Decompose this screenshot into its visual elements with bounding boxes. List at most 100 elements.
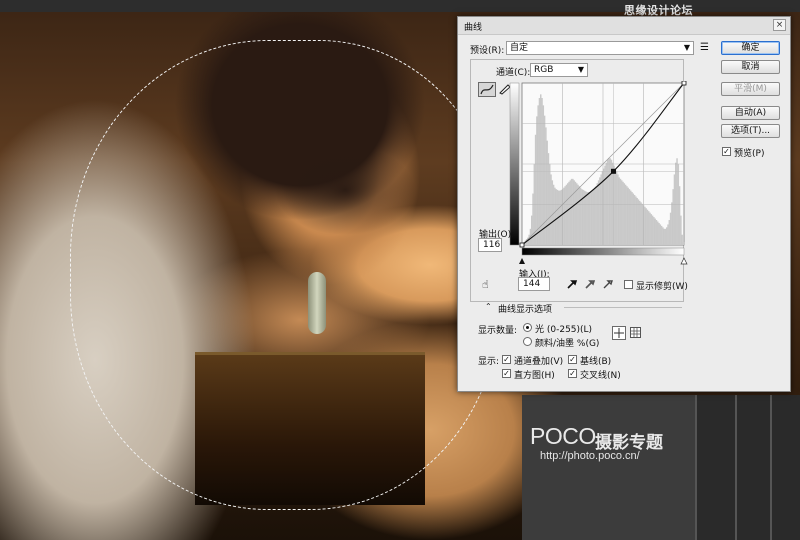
side-panel	[695, 395, 800, 540]
options-divider	[564, 307, 682, 308]
histogram-bar	[605, 162, 608, 245]
histogram-bar	[649, 212, 651, 245]
histogram-bar	[637, 199, 640, 245]
histogram-bar	[597, 180, 600, 245]
histogram-bar	[678, 186, 681, 245]
panel-divider	[695, 395, 697, 540]
channel-select[interactable]: RGB ▼	[530, 63, 588, 77]
histogram-bar	[573, 180, 575, 245]
intersection-checkbox[interactable]: ✓	[568, 369, 577, 378]
histogram-bar	[578, 186, 581, 245]
histogram-bar	[588, 192, 591, 245]
histogram-bar	[640, 202, 642, 245]
show-clipping-label: 显示修剪(W)	[636, 282, 688, 292]
histogram-bar	[531, 215, 533, 245]
collapse-icon[interactable]: ⌃	[485, 302, 492, 311]
detailed-grid-icon[interactable]	[630, 327, 641, 338]
histogram-bar	[567, 183, 569, 245]
input-field[interactable]: 144	[518, 277, 550, 291]
gray-eyedropper-icon[interactable]	[584, 278, 596, 290]
histogram-label: 直方图(H)	[514, 371, 555, 381]
histogram-bar	[600, 174, 602, 245]
histogram-bar	[631, 192, 633, 245]
histogram-bar	[563, 187, 565, 245]
ok-button[interactable]: 确定	[721, 41, 780, 55]
preset-select[interactable]: 自定 ▼	[506, 41, 694, 55]
histogram-bar	[628, 189, 631, 245]
histogram-bar	[537, 105, 539, 245]
histogram-bar	[606, 159, 609, 245]
baseline-checkbox[interactable]: ✓	[568, 355, 577, 364]
histogram-bar	[660, 225, 663, 245]
histogram-bar	[590, 191, 592, 245]
histogram-bar	[619, 178, 622, 245]
channel-overlays-checkbox[interactable]: ✓	[502, 355, 511, 364]
histogram-checkbox[interactable]: ✓	[502, 369, 511, 378]
histogram-bar	[581, 189, 583, 245]
curves-graph[interactable]	[508, 81, 688, 271]
preview-checkbox[interactable]: ✓	[722, 147, 731, 156]
histogram-bar	[617, 174, 619, 245]
histogram-bar	[662, 227, 664, 245]
pigment-radio[interactable]	[523, 337, 532, 346]
light-radio[interactable]	[523, 323, 532, 332]
histogram-bar	[648, 211, 650, 245]
poco-url: http://photo.poco.cn/	[540, 450, 640, 462]
histogram-bar	[551, 180, 554, 245]
chevron-down-icon: ▼	[577, 65, 584, 74]
simple-grid-icon[interactable]	[612, 326, 626, 340]
channel-overlays-label: 通道叠加(V)	[514, 357, 564, 367]
curve-control-point	[610, 168, 616, 174]
curve-endpoint	[519, 242, 525, 248]
output-field[interactable]: 116	[478, 238, 502, 252]
histogram-bar	[547, 153, 550, 245]
histogram-bar	[654, 218, 656, 245]
poco-logo: POCO	[530, 423, 596, 449]
show-label: 显示:	[478, 357, 500, 367]
histogram-bar	[641, 203, 644, 245]
show-clipping-checkbox[interactable]	[624, 280, 633, 289]
white-eyedropper-icon[interactable]	[602, 278, 614, 290]
cancel-button[interactable]: 取消	[721, 60, 780, 74]
histogram-bar	[666, 227, 668, 245]
panel-divider	[735, 395, 737, 540]
histogram-bar	[564, 186, 566, 245]
input-gradient-bar	[521, 247, 685, 256]
histogram-bar	[659, 224, 662, 245]
black-eyedropper-icon[interactable]	[566, 278, 578, 290]
curve-point-tool[interactable]	[478, 82, 496, 97]
grid-10-icon	[631, 328, 640, 337]
histogram-bar	[681, 234, 683, 245]
light-radio-label: 光 (0-255)(L)	[535, 325, 593, 335]
histogram-bar	[655, 220, 658, 245]
histogram-bar	[614, 168, 617, 245]
dialog-title: 曲线	[464, 23, 483, 33]
dialog-titlebar[interactable]: 曲线 ×	[458, 17, 790, 35]
auto-button[interactable]: 自动(A)	[721, 106, 780, 120]
histogram-bar	[579, 187, 582, 245]
histogram-bar	[599, 177, 601, 245]
chevron-down-icon: ▼	[683, 43, 690, 52]
histogram-bar	[671, 202, 673, 245]
curves-dialog: 曲线 × 预设(R): 自定 ▼ ☰ 通道(C): RGB ▼ 输出(O): 1…	[457, 16, 791, 392]
histogram-bar	[536, 116, 538, 245]
options-button[interactable]: 选项(T)...	[721, 124, 780, 138]
preset-menu-icon[interactable]: ☰	[700, 42, 709, 53]
smooth-button[interactable]: 平滑(M)	[721, 82, 780, 96]
close-icon[interactable]: ×	[773, 19, 786, 31]
histogram-bar	[568, 181, 570, 245]
histogram-bar	[595, 186, 597, 245]
histogram-bar	[668, 220, 671, 245]
histogram-bar	[680, 215, 682, 245]
preset-label: 预设(R):	[470, 46, 505, 56]
histogram-bar	[627, 187, 629, 245]
channel-value: RGB	[534, 65, 554, 75]
histogram-bar	[630, 190, 632, 245]
histogram-bar	[664, 228, 667, 245]
histogram-bar	[663, 228, 665, 245]
hand-adjust-icon[interactable]: ☝	[482, 278, 489, 291]
histogram-bar	[596, 183, 599, 245]
histogram-bar	[622, 181, 624, 245]
histogram-bar	[657, 221, 659, 245]
histogram-bar	[651, 215, 654, 245]
